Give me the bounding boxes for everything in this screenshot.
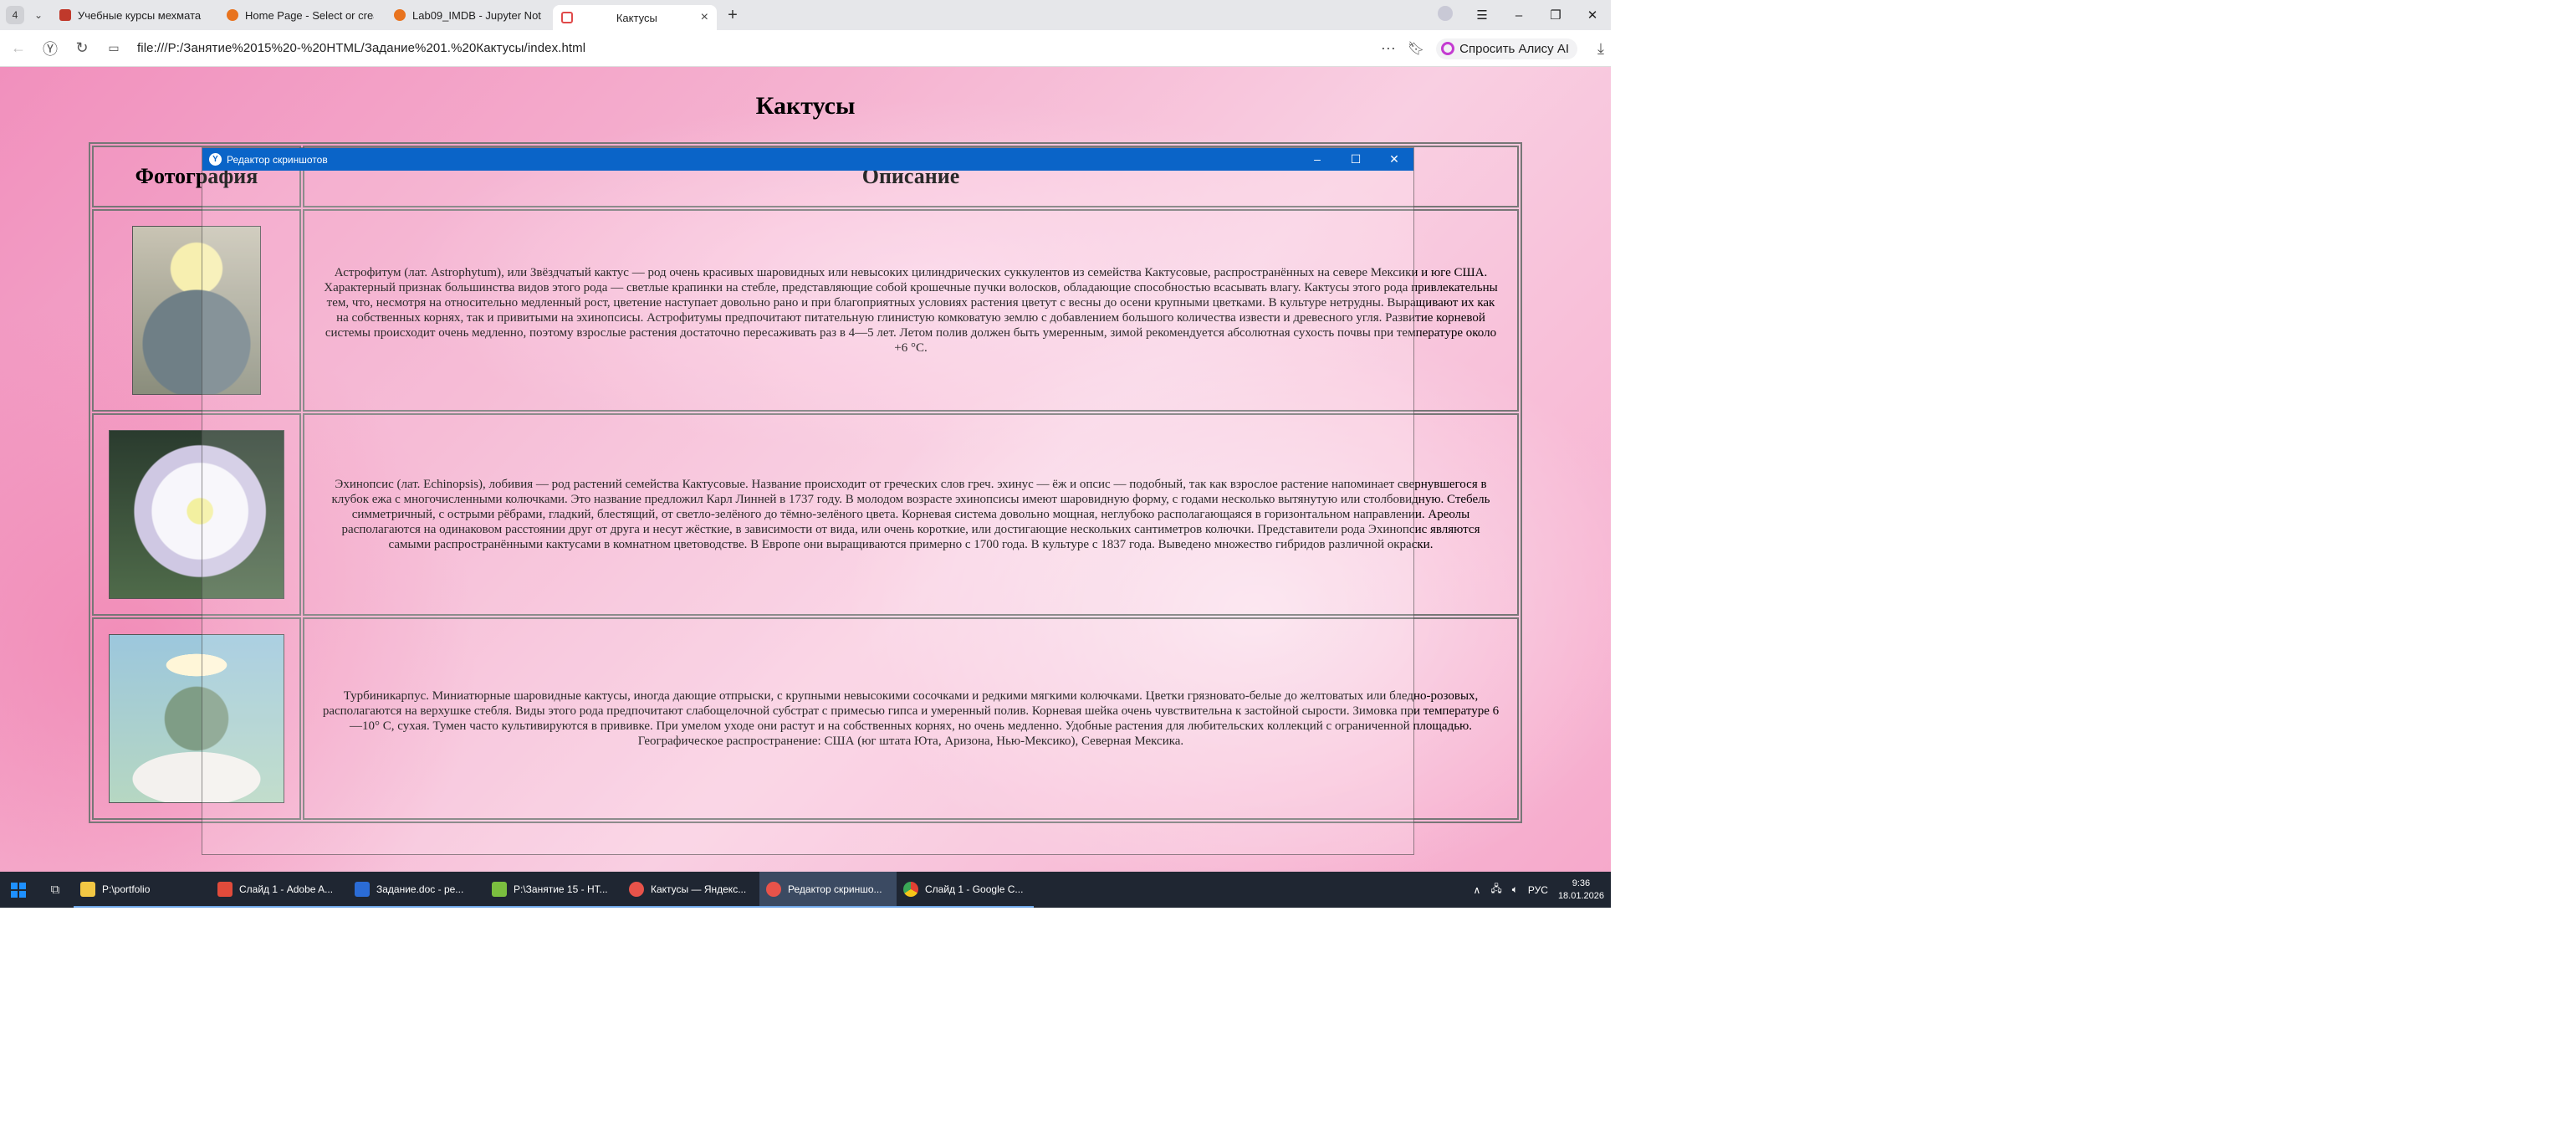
taskbar-item-word[interactable]: Задание.doc - ре...	[348, 872, 485, 908]
taskbar-item-notepad[interactable]: P:\Занятие 15 - HT...	[485, 872, 622, 908]
language-indicator[interactable]: РУС	[1528, 884, 1548, 896]
taskbar-item-label: Задание.doc - ре...	[376, 883, 464, 895]
new-tab-plus-icon[interactable]: +	[722, 4, 744, 26]
address-bar: ← Ⓨ ↻ ▭ file:///P:/Занятие%2015%20-%20HT…	[0, 30, 1611, 67]
taskbar-item-browser-cacti[interactable]: Кактусы — Яндекс...	[622, 872, 759, 908]
tab-count-badge[interactable]: 4	[6, 6, 24, 24]
browser-tab-strip: 4 ⌄ Учебные курсы мехмата Home Page - Se…	[0, 0, 1611, 30]
taskbar-item-label: Редактор скриншо...	[788, 883, 882, 895]
taskbar-item-label: Слайд 1 - Adobe A...	[239, 883, 334, 895]
address-bar-actions: ⋯ 🔖︎ Спросить Алису AI ⤓	[1381, 30, 1604, 67]
system-tray: ∧ 🖧︎ 🔈︎ РУС 9:36 18.01.2026	[1474, 872, 1604, 908]
tab-label: Кактусы	[616, 11, 657, 24]
folder-icon	[80, 881, 95, 897]
pdf-icon	[217, 881, 233, 897]
screen: 4 ⌄ Учебные курсы мехмата Home Page - Se…	[0, 0, 1611, 908]
notepad-icon	[492, 881, 507, 897]
jupyter-icon	[394, 9, 406, 21]
taskbar-item-screenshot-editor[interactable]: Редактор скриншо...	[759, 872, 897, 908]
yandex-browser-icon	[766, 881, 781, 897]
yandex-browser-icon	[629, 881, 644, 897]
editor-title: Редактор скриншотов	[227, 153, 328, 166]
tab-courses[interactable]: Учебные курсы мехмата	[51, 3, 215, 28]
bookmark-icon[interactable]: 🔖︎	[1408, 40, 1424, 57]
taskbar-item-label: P:\Занятие 15 - HT...	[514, 883, 608, 895]
menu-hamburger-icon[interactable]: ☰	[1464, 8, 1500, 23]
start-button[interactable]	[0, 872, 37, 908]
tab-cacti[interactable]: Кактусы ×	[553, 5, 717, 30]
more-options-icon[interactable]: ⋯	[1381, 40, 1396, 58]
clock-time: 9:36	[1572, 878, 1591, 888]
taskbar-item-label: P:\portfolio	[102, 883, 151, 895]
editor-window-controls: – ☐ ✕	[1298, 152, 1413, 166]
taskbar-item-label: Кактусы — Яндекс...	[651, 883, 747, 895]
word-icon	[355, 881, 370, 897]
minimize-icon[interactable]: –	[1500, 8, 1537, 23]
taskbar-item-label: Слайд 1 - Google C...	[925, 883, 1024, 895]
minimize-icon[interactable]: –	[1298, 152, 1337, 166]
alice-icon	[1441, 42, 1455, 55]
url-field[interactable]: file:///P:/Занятие%2015%20-%20HTML/Задан…	[137, 41, 585, 55]
tab-label: Учебные курсы мехмата	[78, 8, 202, 22]
page-viewport: Кактусы Фотография Описание Астрофитум (…	[0, 67, 1611, 872]
screenshot-editor-window[interactable]: Y Редактор скриншотов – ☐ ✕	[202, 147, 1414, 855]
yandex-logo-icon: Y	[209, 153, 222, 166]
page-title: Кактусы	[755, 92, 856, 120]
taskbar-item-chrome[interactable]: Слайд 1 - Google C...	[897, 872, 1034, 908]
page-info-icon[interactable]: ▭	[100, 35, 127, 62]
ask-alice-button[interactable]: Спросить Алису AI	[1436, 38, 1578, 59]
tabs-menu-chevron-icon[interactable]: ⌄	[29, 6, 48, 24]
reload-icon[interactable]: ↻	[69, 35, 95, 62]
clock-date: 18.01.2026	[1557, 890, 1604, 901]
volume-icon[interactable]: 🔈︎	[1512, 883, 1518, 896]
tab-jupyter-lab09[interactable]: Lab09_IMDB - Jupyter Noteb	[386, 3, 549, 28]
tab-jupyter-home[interactable]: Home Page - Select or create	[218, 3, 382, 28]
download-icon[interactable]: ⤓	[1597, 40, 1604, 58]
clock[interactable]: 9:36 18.01.2026	[1558, 878, 1604, 903]
taskbar-item-portfolio[interactable]: P:\portfolio	[74, 872, 211, 908]
tab-label: Home Page - Select or create	[245, 8, 374, 22]
back-arrow-icon[interactable]: ←	[5, 35, 32, 62]
close-tab-icon[interactable]: ×	[701, 10, 708, 25]
tab-label: Lab09_IMDB - Jupyter Noteb	[412, 8, 541, 22]
close-icon[interactable]: ✕	[1375, 152, 1413, 166]
restore-icon[interactable]: ❐	[1537, 8, 1574, 23]
network-icon[interactable]: 🖧︎	[1490, 881, 1501, 898]
close-icon[interactable]: ✕	[1574, 8, 1611, 23]
taskbar-item-acrobat[interactable]: Слайд 1 - Adobe A...	[211, 872, 348, 908]
jupyter-icon	[227, 9, 238, 21]
chrome-icon	[903, 881, 918, 897]
windows-logo-icon	[11, 882, 26, 898]
show-hidden-icons-chevron-icon[interactable]: ∧	[1474, 884, 1481, 896]
ask-alice-label: Спросить Алису AI	[1459, 41, 1570, 56]
editor-titlebar[interactable]: Y Редактор скриншотов – ☐ ✕	[202, 148, 1413, 171]
document-icon	[561, 12, 573, 23]
yandex-logo-icon[interactable]: Ⓨ	[37, 35, 64, 62]
profile-icon[interactable]	[1427, 6, 1464, 24]
browser-window-controls: ☰ – ❐ ✕	[1427, 0, 1611, 30]
taskbar: ⧉ P:\portfolio Слайд 1 - Adobe A... Зада…	[0, 872, 1611, 908]
task-view-icon[interactable]: ⧉	[37, 883, 74, 897]
maximize-icon[interactable]: ☐	[1337, 152, 1375, 166]
mortarboard-icon	[59, 9, 71, 21]
